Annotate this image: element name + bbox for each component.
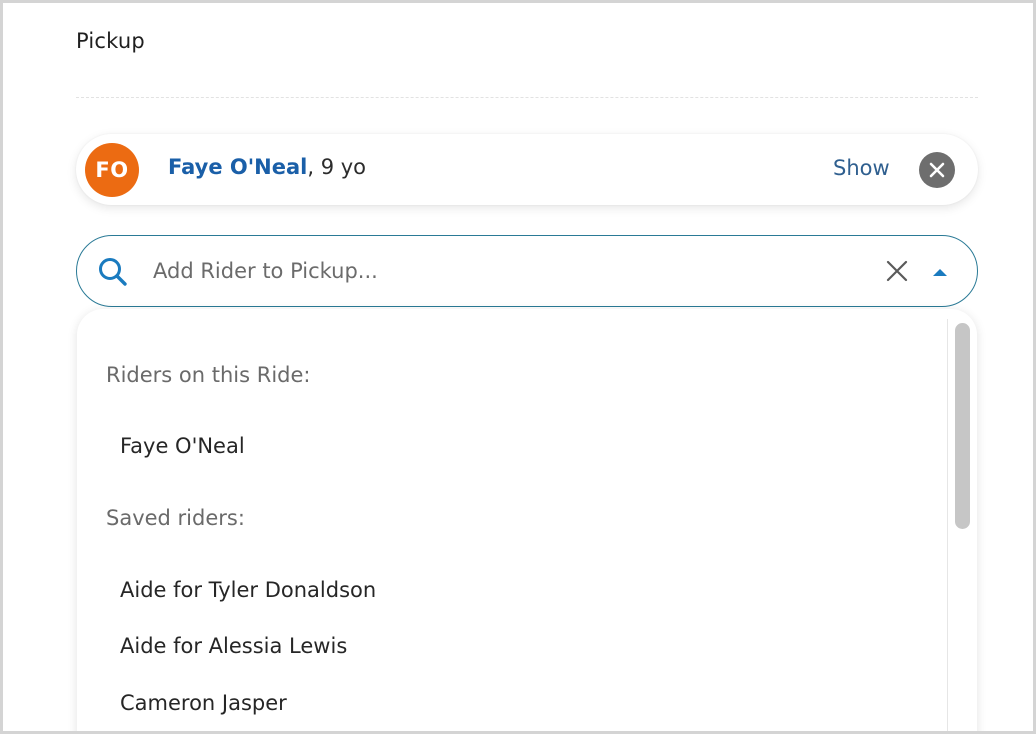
list-item[interactable]: Aide for Tyler Donaldson: [120, 578, 376, 602]
selected-rider-chip: FO Faye O'Neal, 9 yo Show: [76, 134, 978, 205]
rider-search-field[interactable]: [76, 235, 978, 307]
remove-rider-button[interactable]: [919, 152, 955, 188]
search-icon: [99, 258, 127, 286]
list-item[interactable]: Cameron Jasper: [120, 691, 287, 715]
pickup-panel: Pickup FO Faye O'Neal, 9 yo Show Riders …: [0, 0, 1036, 734]
group-label-ride-riders: Riders on this Ride:: [106, 363, 311, 387]
list-item[interactable]: Aide for Alessia Lewis: [120, 634, 347, 658]
rider-age: , 9 yo: [307, 155, 367, 179]
rider-info: Faye O'Neal, 9 yo: [168, 155, 366, 179]
avatar: FO: [85, 143, 139, 197]
search-input[interactable]: [153, 253, 843, 289]
group-label-saved-riders: Saved riders:: [106, 506, 245, 530]
show-rider-button[interactable]: Show: [833, 156, 890, 180]
scrollbar-thumb[interactable]: [955, 323, 970, 529]
list-item[interactable]: Faye O'Neal: [120, 434, 245, 458]
rider-name[interactable]: Faye O'Neal: [168, 155, 307, 179]
close-circle-icon: [929, 162, 945, 178]
close-icon[interactable]: [885, 259, 909, 283]
rider-dropdown: Riders on this Ride: Faye O'Neal Saved r…: [77, 309, 977, 731]
section-title: Pickup: [76, 29, 145, 53]
caret-up-icon[interactable]: [928, 262, 952, 282]
divider: [76, 97, 978, 98]
